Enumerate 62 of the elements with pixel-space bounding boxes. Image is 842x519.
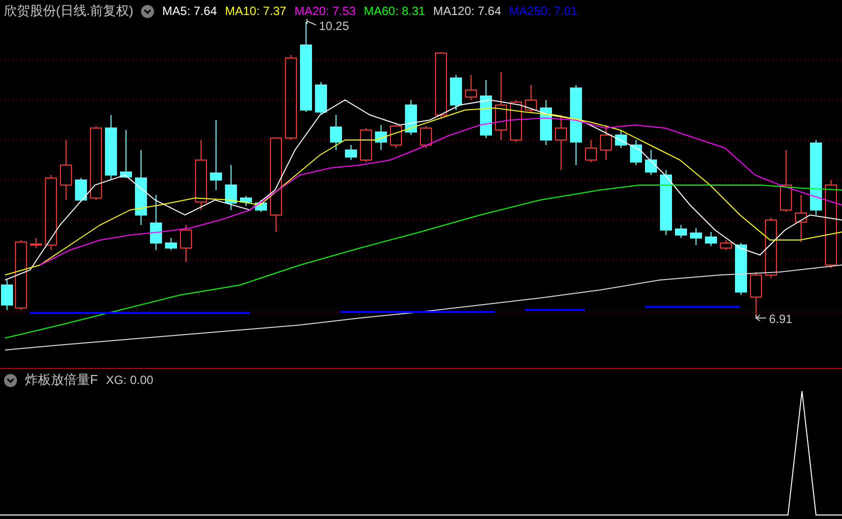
candlestick xyxy=(15,240,27,310)
candlestick xyxy=(60,140,72,200)
candlestick xyxy=(375,124,387,150)
dropdown-icon[interactable] xyxy=(141,4,154,18)
candlestick xyxy=(480,80,492,138)
candlestick xyxy=(195,140,207,210)
candlestick xyxy=(600,124,612,160)
candlestick xyxy=(660,170,672,236)
ma-value: MA5: 7.64 xyxy=(162,4,217,18)
candlestick xyxy=(165,238,177,250)
candlestick xyxy=(510,100,522,142)
candlestick xyxy=(615,130,627,148)
candlestick xyxy=(105,114,117,180)
candlestick xyxy=(210,120,222,190)
candlestick xyxy=(330,114,342,150)
candlestick xyxy=(345,144,357,160)
stock-title: 欣贺股份(日线.前复权) xyxy=(4,2,134,20)
candlestick xyxy=(795,194,807,242)
candlestick xyxy=(765,218,777,278)
candlestick xyxy=(780,150,792,212)
candlestick xyxy=(450,74,462,110)
candlestick xyxy=(690,228,702,246)
candlestick xyxy=(525,84,537,112)
candlestick xyxy=(675,224,687,238)
ma-value: MA250: 7.01 xyxy=(509,4,578,18)
candlestick xyxy=(735,242,747,296)
ma-value: MA120: 7.64 xyxy=(433,4,502,18)
candlestick xyxy=(405,100,417,136)
candlestick xyxy=(225,164,237,210)
indicator-title: 炸板放倍量F xyxy=(25,371,98,389)
high-price-label: 10.25 xyxy=(319,19,350,33)
candlestick xyxy=(1,280,13,310)
candlestick xyxy=(75,178,87,202)
ma-value: MA60: 8.31 xyxy=(364,4,426,18)
candlestick xyxy=(360,128,372,162)
candlestick xyxy=(150,194,162,250)
candlestick xyxy=(315,82,327,116)
candlestick xyxy=(750,272,762,316)
candlestick xyxy=(435,52,447,118)
candlestick xyxy=(390,124,402,148)
candlestick xyxy=(495,72,507,140)
candlestick xyxy=(645,150,657,176)
candlestick xyxy=(30,238,42,248)
candlestick xyxy=(180,224,192,262)
candlestick xyxy=(255,200,267,212)
candlestick xyxy=(585,140,597,162)
ma-value: MA20: 7.53 xyxy=(294,4,356,18)
leader-line xyxy=(756,314,766,322)
dropdown-icon[interactable] xyxy=(4,374,17,386)
candlestick xyxy=(720,240,732,250)
candlestick xyxy=(540,100,552,146)
candlestick xyxy=(120,130,132,178)
candlestick xyxy=(555,114,567,170)
candlestick xyxy=(420,126,432,148)
leader-line xyxy=(306,18,316,26)
indicator-value: XG: 0.00 xyxy=(106,373,154,387)
candlestick xyxy=(630,140,642,166)
ma-value: MA10: 7.37 xyxy=(224,4,286,18)
candlestick xyxy=(705,232,717,246)
low-price-label: 6.91 xyxy=(769,312,792,326)
candlestick xyxy=(465,74,477,100)
candlestick xyxy=(240,196,252,206)
